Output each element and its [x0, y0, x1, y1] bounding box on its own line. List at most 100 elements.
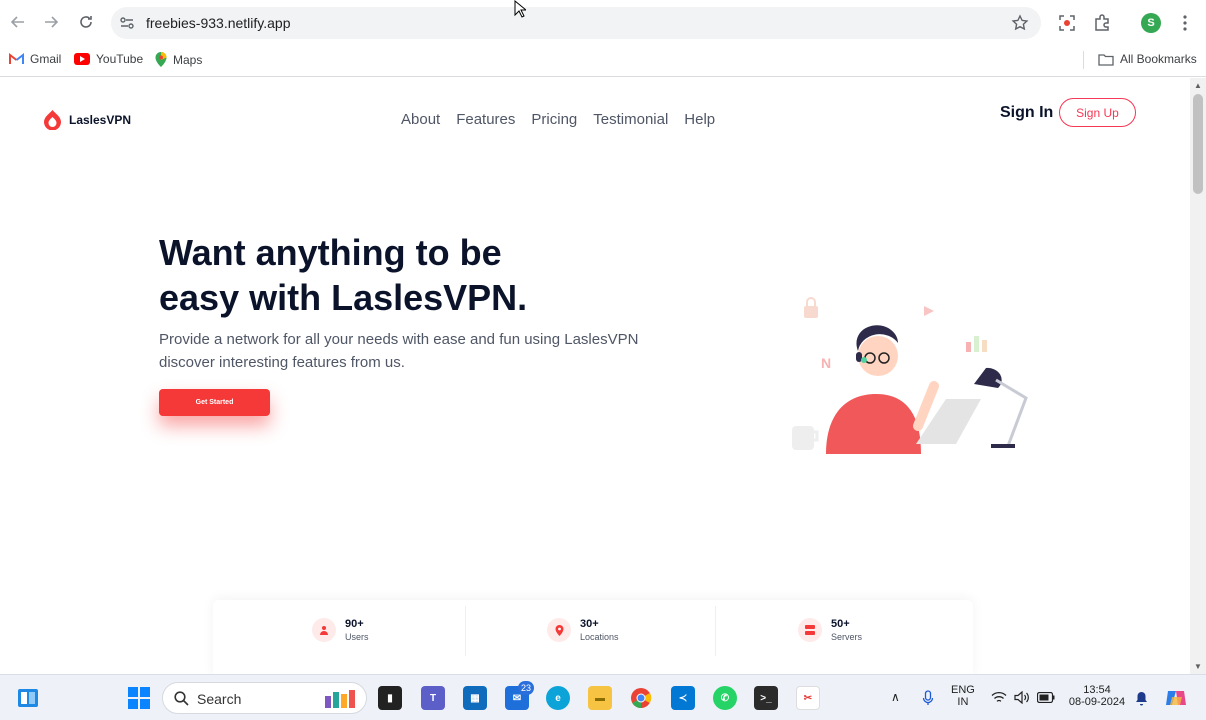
bookmark-label: Gmail	[30, 52, 62, 66]
notification-bell-icon[interactable]	[1135, 691, 1148, 706]
widgets-icon	[18, 689, 38, 707]
location-icon	[547, 618, 571, 642]
reload-button[interactable]	[75, 11, 97, 33]
stat-divider	[465, 606, 466, 656]
nav-help[interactable]: Help	[684, 111, 715, 128]
puzzle-icon	[1095, 14, 1109, 31]
mouse-cursor-icon	[514, 0, 526, 18]
taskbar-app-terminal[interactable]: >_	[754, 686, 778, 710]
volume-icon[interactable]	[1014, 691, 1030, 704]
bookmark-gmail[interactable]: Gmail	[9, 52, 61, 66]
back-button[interactable]	[7, 11, 29, 33]
taskbar-app-teams[interactable]: T	[421, 686, 445, 710]
bookmark-maps[interactable]: Maps	[155, 52, 202, 67]
profile-avatar[interactable]: S	[1141, 13, 1161, 33]
search-highlight-icon	[325, 690, 355, 708]
stat-value: 30+	[580, 618, 599, 630]
taskbar-app-whatsapp[interactable]: ✆	[713, 686, 737, 710]
url-text[interactable]: freebies-933.netlify.app	[146, 15, 291, 31]
brand-logo[interactable]: LaslesVPN	[42, 109, 131, 130]
nav-pricing[interactable]: Pricing	[531, 111, 577, 128]
hero-subtitle-line: discover interesting features from us.	[159, 354, 405, 371]
widgets-button[interactable]	[16, 686, 40, 710]
forward-arrow-icon	[45, 16, 58, 28]
forward-button[interactable]	[40, 11, 62, 33]
battery-icon[interactable]	[1037, 692, 1055, 703]
tray-overflow-icon[interactable]: ∧	[891, 690, 900, 704]
kebab-menu-icon	[1183, 15, 1187, 31]
address-bar[interactable]: freebies-933.netlify.app	[111, 7, 1041, 39]
desk-lamp-icon	[974, 367, 1002, 388]
taskbar-app-file-viewer[interactable]: ▮	[378, 686, 402, 710]
copilot-icon[interactable]	[1164, 687, 1188, 709]
microphone-icon[interactable]	[922, 690, 934, 706]
screenshot-lens-icon	[1059, 15, 1075, 31]
server-icon	[798, 618, 822, 642]
sign-up-button[interactable]: Sign Up	[1059, 98, 1136, 127]
stat-value: 90+	[345, 618, 364, 630]
bookmark-youtube[interactable]: YouTube	[74, 52, 143, 66]
back-arrow-icon	[11, 16, 24, 28]
scroll-up-icon[interactable]: ▲	[1194, 81, 1202, 90]
maps-icon	[155, 52, 167, 67]
bookmark-label: YouTube	[96, 52, 144, 66]
windows-taskbar: Search ▮ T ▦ ✉ 23 e ▬ ≺ ✆ >_ ✂ ∧ ENG IN …	[0, 674, 1206, 720]
language-indicator[interactable]: ENG IN	[951, 684, 975, 708]
chrome-icon	[631, 688, 652, 709]
lock-icon	[804, 306, 818, 318]
taskbar-app-chrome[interactable]	[629, 686, 653, 710]
store-icon: ▦	[470, 692, 480, 704]
sign-in-link[interactable]: Sign In	[1000, 104, 1053, 122]
nav-about[interactable]: About	[401, 111, 440, 128]
hero-title: Want anything to be easy with LaslesVPN.	[159, 230, 679, 320]
nav-testimonial[interactable]: Testimonial	[593, 111, 668, 128]
taskbar-app-edge[interactable]: e	[546, 686, 570, 710]
teams-icon: T	[429, 692, 437, 704]
taskbar-app-snipping-tool[interactable]: ✂	[796, 686, 820, 710]
terminal-icon: >_	[760, 692, 772, 704]
get-started-button[interactable]: Get Started	[159, 389, 270, 416]
taskbar-app-store[interactable]: ▦	[463, 686, 487, 710]
search-icon	[174, 691, 189, 706]
stat-users: 90+ Users	[312, 618, 369, 642]
youtube-icon	[74, 53, 90, 65]
netflix-n-icon: N	[821, 355, 831, 371]
bookmarks-bar: Gmail YouTube Maps All Bookmarks	[0, 45, 1206, 77]
notification-badge: 23	[518, 681, 534, 695]
edge-icon: e	[555, 692, 561, 704]
user-icon	[312, 618, 336, 642]
menu-button[interactable]	[1175, 13, 1195, 33]
gmail-icon	[9, 53, 24, 64]
chat-icon: ✉	[512, 692, 522, 704]
scrollbar-thumb[interactable]	[1193, 94, 1203, 194]
mug-icon	[792, 426, 814, 450]
taskbar-app-vscode[interactable]: ≺	[671, 686, 695, 710]
all-bookmarks-label: All Bookmarks	[1120, 52, 1197, 66]
all-bookmarks-button[interactable]: All Bookmarks	[1098, 52, 1197, 66]
taskbar-app-file-explorer[interactable]: ▬	[588, 686, 612, 710]
lens-button[interactable]	[1057, 13, 1077, 33]
person-face	[858, 336, 898, 376]
taskbar-search[interactable]: Search	[162, 682, 367, 714]
vscode-icon: ≺	[678, 692, 688, 704]
scroll-down-icon[interactable]: ▼	[1194, 662, 1202, 671]
clock-date: 08-09-2024	[1068, 696, 1126, 708]
stat-locations: 30+ Locations	[547, 618, 619, 642]
page-scrollbar[interactable]: ▲ ▼	[1190, 78, 1206, 674]
browser-toolbar: freebies-933.netlify.app S	[0, 0, 1206, 45]
stat-divider	[715, 606, 716, 656]
start-button[interactable]	[127, 686, 151, 710]
wifi-icon[interactable]	[991, 691, 1007, 704]
nav-features[interactable]: Features	[456, 111, 515, 128]
play-icon	[924, 306, 934, 316]
stat-value: 50+	[831, 618, 850, 630]
hero-subtitle: Provide a network for all your needs wit…	[159, 328, 679, 374]
reload-icon	[80, 16, 92, 28]
extensions-button[interactable]	[1092, 13, 1112, 33]
hero-title-line: easy with LaslesVPN.	[159, 277, 528, 318]
site-settings-icon[interactable]	[119, 15, 135, 31]
clock[interactable]: 13:54 08-09-2024	[1065, 684, 1129, 708]
bookmark-star-icon[interactable]	[1011, 14, 1029, 32]
main-nav: About Features Pricing Testimonial Help	[401, 111, 715, 128]
stat-servers: 50+ Servers	[798, 618, 862, 642]
